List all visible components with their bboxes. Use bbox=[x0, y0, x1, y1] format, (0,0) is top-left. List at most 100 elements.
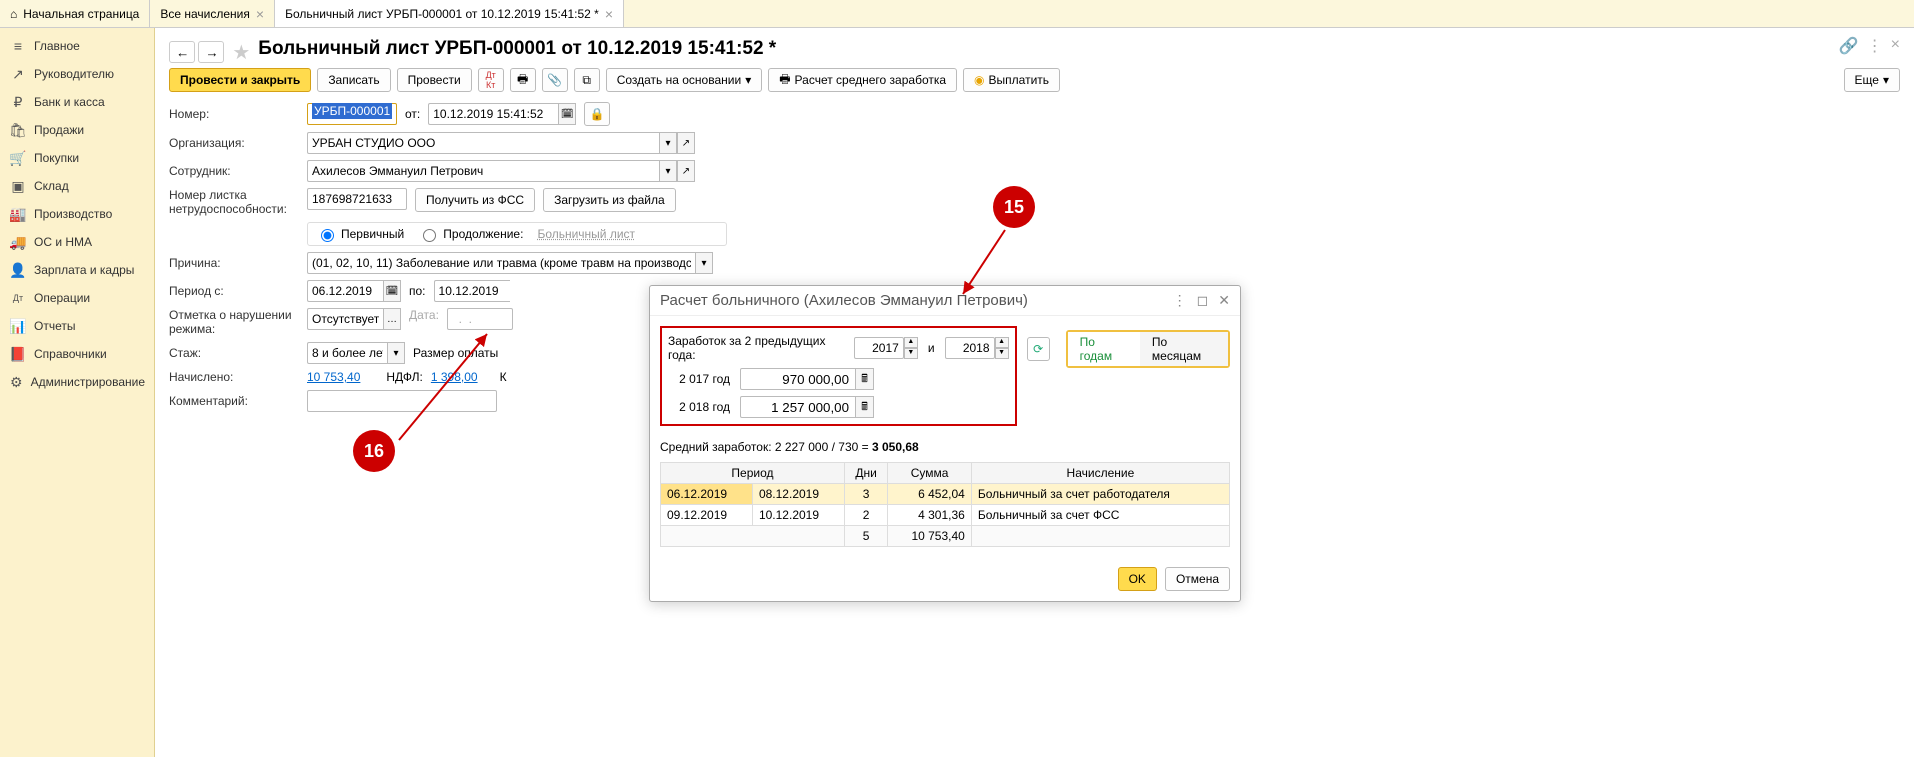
reason-input[interactable] bbox=[307, 252, 695, 274]
sidebar-item-operations[interactable]: ДтОперации bbox=[0, 284, 154, 312]
get-fss-button[interactable]: Получить из ФСС bbox=[415, 188, 535, 212]
chevron-down-icon[interactable]: ▾ bbox=[659, 160, 677, 182]
sidebar-item-admin[interactable]: ⚙Администрирование bbox=[0, 368, 154, 396]
cancel-button[interactable]: Отмена bbox=[1165, 567, 1230, 591]
link-icon[interactable]: 🔗 bbox=[1839, 36, 1859, 56]
refresh-button[interactable]: ⟳ bbox=[1027, 337, 1050, 361]
emp-label: Сотрудник: bbox=[169, 164, 299, 178]
sidebar-label: Покупки bbox=[34, 151, 79, 165]
by-months-button[interactable]: По месяцам bbox=[1140, 332, 1228, 366]
post-button[interactable]: Провести bbox=[397, 68, 472, 92]
tab-accruals[interactable]: Все начисления × bbox=[150, 0, 275, 27]
ndfl-link[interactable]: 1 398,00 bbox=[431, 370, 478, 384]
date-input[interactable] bbox=[428, 103, 558, 125]
sidebar-item-hr[interactable]: 👤Зарплата и кадры bbox=[0, 256, 154, 284]
maximize-icon[interactable]: ◻ bbox=[1197, 292, 1209, 309]
sidebar-item-purchases[interactable]: 🛒Покупки bbox=[0, 144, 154, 172]
create-on-button[interactable]: Создать на основании ▾ bbox=[606, 68, 763, 92]
sidebar-item-warehouse[interactable]: ▣Склад bbox=[0, 172, 154, 200]
period-to-label: по: bbox=[409, 284, 426, 298]
leafno-label: Номер листка нетрудоспособности: bbox=[169, 188, 299, 216]
year2-spinner[interactable]: ▲▼ bbox=[945, 337, 1009, 359]
sidebar-item-bank[interactable]: ₽Банк и касса bbox=[0, 88, 154, 116]
sidebar-item-reports[interactable]: 📊Отчеты bbox=[0, 312, 154, 340]
chart-icon: 📊 bbox=[10, 318, 26, 334]
by-years-button[interactable]: По годам bbox=[1068, 332, 1140, 366]
period-from-input[interactable] bbox=[307, 280, 383, 302]
down-icon[interactable]: ▼ bbox=[904, 348, 918, 359]
kebab-icon[interactable]: ⋮ bbox=[1173, 292, 1187, 309]
accrued-link[interactable]: 10 753,40 bbox=[307, 370, 360, 384]
down-icon[interactable]: ▼ bbox=[995, 348, 1009, 359]
callout-16: 16 bbox=[353, 430, 395, 472]
nav-forward-button[interactable]: → bbox=[198, 41, 224, 63]
sidebar-item-main[interactable]: ≡Главное bbox=[0, 32, 154, 60]
more-button[interactable]: Еще ▾ bbox=[1844, 68, 1900, 92]
up-icon[interactable]: ▲ bbox=[904, 337, 918, 348]
continuation-link[interactable]: Больничный лист bbox=[537, 227, 635, 241]
sidebar-item-sales[interactable]: 🛍Продажи bbox=[0, 116, 154, 144]
comment-input[interactable] bbox=[307, 390, 497, 412]
post-close-button[interactable]: Провести и закрыть bbox=[169, 68, 311, 92]
home-icon: ⌂ bbox=[10, 7, 17, 21]
tab-home[interactable]: ⌂ Начальная страница bbox=[0, 0, 150, 27]
stage-input[interactable] bbox=[307, 342, 387, 364]
emp-input[interactable] bbox=[307, 160, 659, 182]
table-row[interactable]: 09.12.2019 10.12.2019 2 4 301,36 Больнич… bbox=[661, 505, 1230, 526]
lock-button[interactable]: 🔒 bbox=[584, 102, 610, 126]
table-row[interactable]: 06.12.2019 08.12.2019 3 6 452,04 Больнич… bbox=[661, 484, 1230, 505]
col-days: Дни bbox=[844, 463, 887, 484]
year1-value[interactable] bbox=[740, 368, 856, 390]
calendar-icon[interactable]: 🗓 bbox=[558, 103, 576, 125]
tabs-bar: ⌂ Начальная страница Все начисления × Бо… bbox=[0, 0, 1914, 28]
year2-value[interactable] bbox=[740, 396, 856, 418]
close-page-icon[interactable]: × bbox=[1891, 36, 1900, 56]
org-input[interactable] bbox=[307, 132, 659, 154]
sidebar-item-production[interactable]: 🏭Производство bbox=[0, 200, 154, 228]
year1-spinner[interactable]: ▲▼ bbox=[854, 337, 918, 359]
calc-icon[interactable]: 🖩 bbox=[856, 396, 874, 418]
calc-icon[interactable]: 🖩 bbox=[856, 368, 874, 390]
radio-continuation[interactable]: Продолжение: bbox=[418, 226, 523, 242]
leafno-input[interactable] bbox=[307, 188, 407, 210]
table-total: 5 10 753,40 bbox=[661, 526, 1230, 547]
sidebar-item-manager[interactable]: ↗Руководителю bbox=[0, 60, 154, 88]
attach-button[interactable]: 📎 bbox=[542, 68, 568, 92]
save-button[interactable]: Записать bbox=[317, 68, 390, 92]
close-icon[interactable]: ✕ bbox=[1218, 292, 1230, 309]
chevron-down-icon[interactable]: ▾ bbox=[695, 252, 713, 274]
close-icon[interactable]: × bbox=[256, 6, 264, 22]
viol-date-input[interactable] bbox=[447, 308, 513, 330]
calendar-icon[interactable]: 🗓 bbox=[383, 280, 401, 302]
radio-primary[interactable]: Первичный bbox=[316, 226, 404, 242]
dtkt-button[interactable]: ДтКт bbox=[478, 68, 504, 92]
period-to-input[interactable] bbox=[434, 280, 510, 302]
sidebar-item-assets[interactable]: 🚚ОС и НМА bbox=[0, 228, 154, 256]
chart-up-icon: ↗ bbox=[10, 66, 26, 82]
related-button[interactable]: ⧉ bbox=[574, 68, 600, 92]
year1-label: 2 017 год bbox=[668, 372, 730, 386]
chevron-down-icon[interactable]: ▾ bbox=[659, 132, 677, 154]
pay-button[interactable]: ◉ Выплатить bbox=[963, 68, 1060, 92]
violation-input[interactable] bbox=[307, 308, 383, 330]
chevron-down-icon[interactable]: ▾ bbox=[387, 342, 405, 364]
callout-15: 15 bbox=[993, 186, 1035, 228]
earnings-box: Заработок за 2 предыдущих года: ▲▼ и ▲▼ … bbox=[660, 326, 1017, 426]
load-file-button[interactable]: Загрузить из файла bbox=[543, 188, 676, 212]
sidebar-item-handbooks[interactable]: 📕Справочники bbox=[0, 340, 154, 368]
nav-back-button[interactable]: ← bbox=[169, 41, 195, 63]
ellipsis-icon[interactable]: … bbox=[383, 308, 401, 330]
ok-button[interactable]: OK bbox=[1118, 567, 1157, 591]
print-button[interactable]: 🖶 bbox=[510, 68, 536, 92]
close-icon[interactable]: × bbox=[605, 6, 613, 22]
number-input[interactable]: УРБП-000001 bbox=[307, 103, 397, 125]
calc-avg-button[interactable]: 🖶 Расчет среднего заработка bbox=[768, 68, 957, 92]
tab-sick-leave[interactable]: Больничный лист УРБП-000001 от 10.12.201… bbox=[275, 0, 624, 27]
open-icon[interactable]: ↗ bbox=[677, 160, 695, 182]
open-icon[interactable]: ↗ bbox=[677, 132, 695, 154]
sidebar-label: Главное bbox=[34, 39, 80, 53]
kebab-icon[interactable]: ⋮ bbox=[1867, 36, 1883, 56]
page-title: Больничный лист УРБП-000001 от 10.12.201… bbox=[258, 38, 776, 60]
favorite-icon[interactable]: ★ bbox=[232, 40, 250, 65]
up-icon[interactable]: ▲ bbox=[995, 337, 1009, 348]
